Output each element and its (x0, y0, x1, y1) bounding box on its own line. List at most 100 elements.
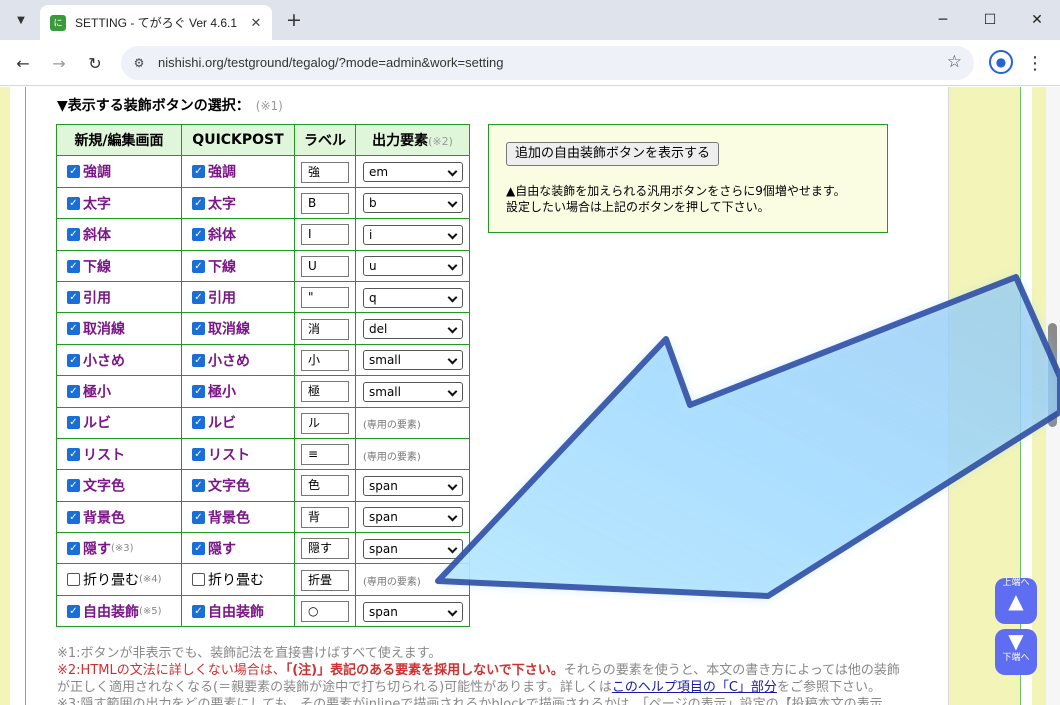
edit-checkbox[interactable]: ✓ (67, 416, 80, 430)
label-input[interactable]: 強 (301, 161, 349, 183)
table-row: ✓ 自由装飾(※5) ✓ 自由装飾 ○ span (56, 594, 470, 628)
output-select[interactable]: span (363, 507, 463, 528)
quickpost-button-name: 斜体 (208, 227, 236, 244)
show-extra-buttons-button[interactable]: 追加の自由装飾ボタンを表示する (506, 142, 720, 166)
label-input[interactable]: 小 (301, 349, 349, 371)
label-input[interactable]: 背 (301, 506, 349, 528)
minimize-button[interactable]: ─ (928, 6, 958, 34)
output-cell: u (355, 249, 470, 282)
decoration-button-table: 新規/編集画面 QUICKPOST ラベル 出力要素(※2) ✓ 強調 ✓ 強調強 em… (56, 123, 470, 628)
quickpost-checkbox[interactable]: ✓ (192, 165, 205, 179)
output-select[interactable]: del (363, 319, 463, 340)
output-select[interactable]: q (363, 287, 463, 308)
output-select[interactable]: i (363, 224, 463, 245)
output-select[interactable]: small (363, 350, 463, 371)
label-cell: 小 (294, 343, 356, 377)
jump-to-bottom-button[interactable]: ▼ 下端へ (995, 629, 1037, 675)
profile-avatar-icon[interactable]: ● (989, 50, 1013, 74)
quickpost-checkbox[interactable]: ✓ (192, 604, 205, 618)
quickpost-checkbox[interactable]: ✓ (192, 290, 205, 304)
label-cell: 色 (294, 469, 356, 502)
edit-cell: ✓ 背景色 (56, 500, 182, 534)
quickpost-button-name: 背景色 (208, 510, 250, 527)
edit-checkbox[interactable]: ✓ (67, 510, 80, 524)
label-input[interactable]: 消 (301, 318, 349, 340)
table-row: ✓ リスト ✓ リスト ≡ (専用の要素) (56, 437, 470, 471)
output-cell: span (355, 594, 470, 628)
output-select[interactable]: b (363, 193, 463, 214)
output-select[interactable]: u (363, 256, 463, 277)
output-select[interactable]: span (363, 601, 463, 622)
edit-checkbox[interactable]: ✓ (67, 542, 80, 556)
edit-checkbox[interactable]: ✓ (67, 353, 80, 367)
quickpost-checkbox[interactable]: ✓ (192, 479, 205, 493)
url-text[interactable]: nishishi.org/testground/tegalog/?mode=ad… (158, 55, 503, 70)
section-title: ▼表示する装飾ボタンの選択： (57, 98, 250, 114)
back-button[interactable]: ← (10, 50, 36, 76)
tab-search-button[interactable]: ▼ (9, 8, 33, 32)
edit-checkbox[interactable]: ✓ (67, 479, 80, 493)
forward-button[interactable]: → (46, 50, 72, 76)
quickpost-checkbox[interactable]: ✓ (192, 353, 205, 367)
output-select[interactable]: span (363, 475, 463, 496)
edit-checkbox[interactable]: ✓ (67, 196, 80, 210)
tab-close-icon[interactable]: ✕ (246, 13, 266, 33)
quickpost-checkbox[interactable]: ✓ (192, 385, 205, 399)
bookmark-star-icon[interactable]: ☆ (947, 52, 962, 72)
quickpost-checkbox[interactable]: ✓ (192, 542, 205, 556)
label-input[interactable]: 隠す (301, 538, 349, 560)
label-input[interactable]: " (301, 287, 349, 309)
label-input[interactable]: 極 (301, 381, 349, 403)
edit-cell: ✓ 引用 (56, 280, 182, 314)
site-info-icon[interactable]: ⚙ (130, 54, 148, 72)
label-input[interactable]: 色 (301, 475, 349, 497)
edit-checkbox[interactable]: ✓ (67, 322, 80, 336)
label-input[interactable]: B (301, 192, 349, 214)
edit-checkbox[interactable]: ✓ (67, 165, 80, 179)
menu-kebab-icon[interactable]: ⋮ (1025, 50, 1045, 76)
label-input[interactable]: I (301, 224, 349, 246)
table-row: ✓ ルビ ✓ ルビル (専用の要素) (56, 406, 470, 439)
label-input[interactable]: ≡ (301, 444, 349, 466)
quickpost-checkbox[interactable]: ✓ (192, 259, 205, 273)
edit-cell: ✓ 取消線 (56, 312, 182, 345)
label-input[interactable]: 折畳 (301, 569, 349, 591)
label-input[interactable]: U (301, 255, 349, 277)
output-select[interactable]: small (363, 381, 463, 402)
label-input[interactable]: ○ (301, 601, 349, 623)
reload-button[interactable]: ↻ (82, 50, 108, 76)
address-bar[interactable]: ⚙ nishishi.org/testground/tegalog/?mode=… (121, 46, 974, 80)
quick-cell: ✓折り畳む (181, 563, 295, 596)
output-cell: (専用の要素) (355, 406, 470, 439)
close-window-button[interactable]: ✕ (1022, 6, 1052, 34)
page-viewport: ▼表示する装飾ボタンの選択： (※1) 新規/編集画面 QUICKPOST ラベル… (0, 87, 1060, 705)
label-input[interactable]: ル (301, 412, 349, 434)
scrollbar-thumb[interactable] (1048, 323, 1057, 427)
quickpost-checkbox[interactable]: ✓ (192, 416, 205, 430)
maximize-button[interactable]: ☐ (975, 6, 1005, 34)
edit-checkbox[interactable]: ✓ (67, 290, 80, 304)
edit-checkbox[interactable]: ✓ (67, 573, 80, 587)
quickpost-checkbox[interactable]: ✓ (192, 510, 205, 524)
header-output-text: 出力要素 (372, 133, 429, 150)
new-tab-button[interactable]: + (282, 8, 306, 32)
quickpost-button-name: 隠す (208, 541, 236, 558)
quickpost-checkbox[interactable]: ✓ (192, 322, 205, 336)
label-cell: 極 (294, 375, 356, 408)
edit-checkbox[interactable]: ✓ (67, 259, 80, 273)
quickpost-checkbox[interactable]: ✓ (192, 447, 205, 461)
edit-checkbox[interactable]: ✓ (67, 228, 80, 242)
output-select[interactable]: em (363, 162, 463, 183)
quickpost-checkbox[interactable]: ✓ (192, 228, 205, 242)
edit-checkbox[interactable]: ✓ (67, 604, 80, 618)
jump-to-top-button[interactable]: 上端へ ▲ (995, 578, 1037, 624)
output-select[interactable]: span (363, 538, 463, 559)
section-note: (※1) (255, 99, 283, 113)
edit-checkbox[interactable]: ✓ (67, 447, 80, 461)
help-link[interactable]: このヘルプ項目の「C」部分 (612, 680, 777, 695)
quickpost-checkbox[interactable]: ✓ (192, 196, 205, 210)
table-row: ✓ 文字色 ✓ 文字色色 span (56, 469, 470, 502)
quickpost-checkbox[interactable]: ✓ (192, 573, 205, 587)
active-tab[interactable]: に SETTING - てがろぐ Ver 4.6.1 ✕ (40, 5, 272, 40)
edit-checkbox[interactable]: ✓ (67, 385, 80, 399)
